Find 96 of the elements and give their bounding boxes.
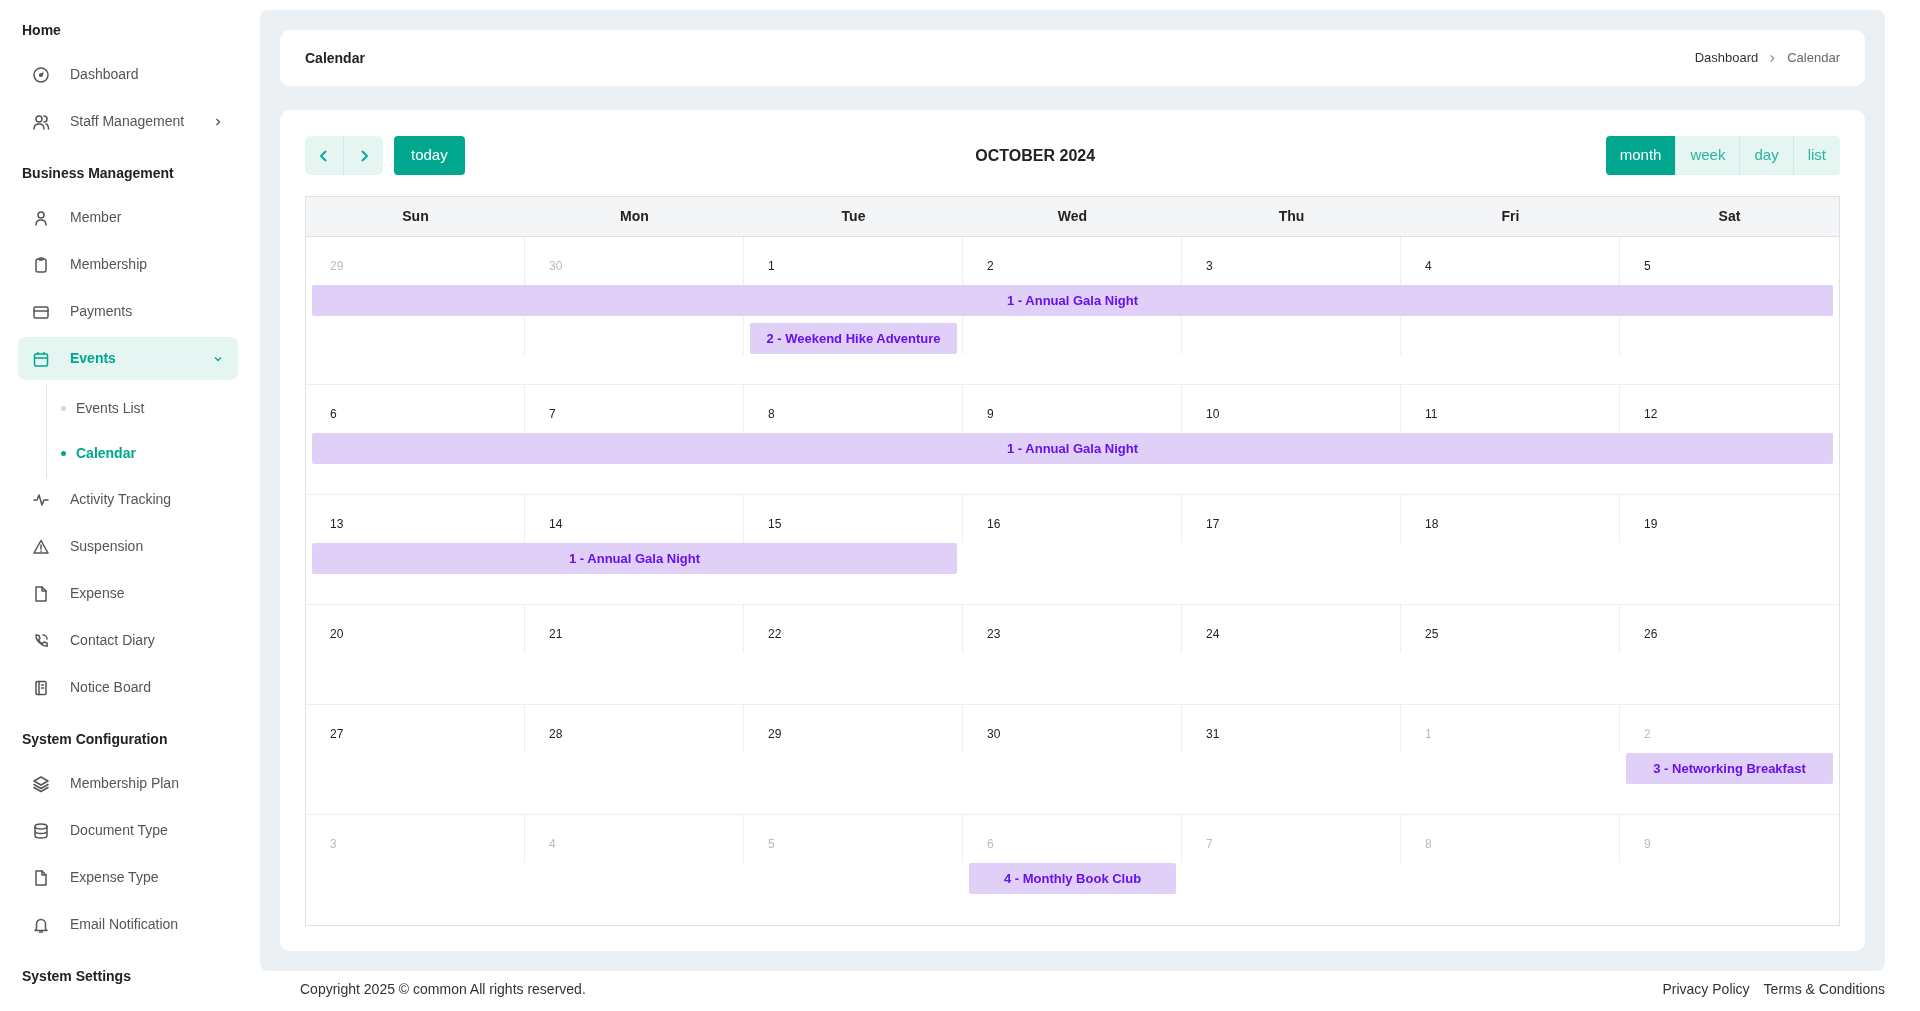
breadcrumb-link[interactable]: Dashboard — [1694, 48, 1759, 68]
day-number: 31 — [1205, 726, 1220, 743]
weekday-header: Fri — [1500, 207, 1521, 226]
section-heading: Business Management — [22, 164, 174, 183]
next-button[interactable] — [344, 136, 383, 175]
day-number: 8 — [767, 406, 775, 423]
sidebar-item[interactable]: Staff Management — [18, 100, 238, 143]
event-bar[interactable]: 2 - Weekend Hike Adventure — [750, 323, 957, 354]
day-number: 13 — [329, 516, 344, 533]
sidebar-item[interactable]: Suspension — [18, 525, 238, 568]
day-number: 18 — [1424, 516, 1439, 533]
day-number: 3 — [329, 836, 337, 853]
day-number: 22 — [767, 626, 782, 643]
event-bar[interactable]: 3 - Networking Breakfast — [1626, 753, 1833, 784]
day-number: 20 — [329, 626, 344, 643]
breadcrumb-current: Calendar — [1787, 49, 1840, 68]
chevron-right-icon — [1768, 53, 1778, 63]
day-number: 5 — [1643, 258, 1651, 275]
sidebar-subitem[interactable]: Events List — [47, 386, 238, 431]
event-bar[interactable]: 1 - Annual Gala Night — [312, 285, 1833, 316]
warning-icon — [32, 537, 50, 556]
day-number: 23 — [986, 626, 1001, 643]
file-icon — [32, 584, 50, 603]
day-number: 29 — [767, 726, 782, 743]
day-number: 6 — [329, 406, 337, 423]
day-number: 1 — [767, 258, 775, 275]
section-heading: System Settings — [22, 967, 131, 986]
sidebar-item[interactable]: Membership — [18, 243, 238, 286]
day-number: 24 — [1205, 626, 1220, 643]
phone-icon — [32, 631, 50, 650]
event-bar[interactable]: 4 - Monthly Book Club — [969, 863, 1176, 894]
day-number: 10 — [1205, 406, 1220, 423]
day-number: 2 — [1643, 726, 1651, 743]
previous-button[interactable] — [305, 136, 344, 175]
sidebar-item[interactable]: Dashboard — [18, 53, 238, 96]
notebook-icon — [32, 678, 50, 697]
weekday-header: Wed — [1056, 207, 1089, 226]
sidebar-item[interactable]: Member — [18, 196, 238, 239]
day-number: 11 — [1424, 406, 1438, 423]
day-number: 30 — [548, 258, 563, 275]
sidebar-item[interactable]: Document Type — [18, 809, 238, 852]
footer-link[interactable]: Terms & Conditions — [1763, 981, 1885, 997]
sidebar-item[interactable]: Membership Plan — [18, 762, 238, 805]
day-number: 9 — [1643, 836, 1651, 853]
sidebar-item[interactable]: Expense Type — [18, 856, 238, 899]
day-number: 12 — [1643, 406, 1658, 423]
section-heading: System Configuration — [22, 730, 168, 749]
day-number: 17 — [1205, 516, 1220, 533]
day-number: 2 — [986, 258, 994, 275]
day-number: 14 — [548, 516, 563, 533]
day-number: 8 — [1424, 836, 1432, 853]
day-number: 15 — [767, 516, 782, 533]
user-icon — [32, 208, 50, 227]
weekday-header: Sat — [1717, 207, 1742, 226]
page-title: Calendar — [305, 48, 365, 68]
day-number: 7 — [548, 406, 556, 423]
gauge-icon — [32, 65, 50, 84]
day-number: 19 — [1643, 516, 1658, 533]
day-number: 30 — [986, 726, 1001, 743]
day-number: 7 — [1205, 836, 1213, 853]
calendar-icon — [32, 349, 50, 368]
event-bar[interactable]: 1 - Annual Gala Night — [312, 433, 1833, 464]
day-number: 4 — [1424, 258, 1432, 275]
users-icon — [32, 112, 50, 131]
day-number: 1 — [1424, 726, 1432, 743]
sidebar-item[interactable]: Contact Diary — [18, 619, 238, 662]
weekday-header: Tue — [840, 207, 867, 226]
footer-link[interactable]: Privacy Policy — [1662, 981, 1750, 997]
sidebar-item[interactable]: Expense — [18, 572, 238, 615]
weekday-header: Thu — [1277, 207, 1306, 226]
day-number: 3 — [1205, 258, 1213, 275]
day-number: 4 — [548, 836, 556, 853]
database-icon — [32, 821, 50, 840]
day-number: 26 — [1643, 626, 1658, 643]
event-bar[interactable]: 1 - Annual Gala Night — [312, 543, 957, 574]
day-number: 5 — [767, 836, 775, 853]
weekday-header: Mon — [619, 207, 650, 226]
day-number: 25 — [1424, 626, 1439, 643]
sidebar-item[interactable]: Email Notification — [18, 903, 238, 946]
calendar-title: OCTOBER 2024 — [975, 145, 1096, 166]
copyright-text: Copyright 2025 © common All rights reserved. — [300, 980, 586, 999]
day-number: 9 — [986, 406, 994, 423]
day-number: 16 — [986, 516, 1001, 533]
sidebar-item[interactable]: Payments — [18, 290, 238, 333]
layers-icon — [32, 774, 50, 793]
day-number: 21 — [548, 626, 563, 643]
section-heading: Home — [22, 21, 61, 40]
weekday-header: Sun — [401, 207, 430, 226]
day-number: 29 — [329, 258, 344, 275]
sidebar-item[interactable]: Notice Board — [18, 666, 238, 709]
clipboard-icon — [32, 255, 50, 274]
day-number: 28 — [548, 726, 563, 743]
file-icon — [32, 868, 50, 887]
sidebar-item[interactable]: Activity Tracking — [18, 478, 238, 521]
day-number: 27 — [329, 726, 344, 743]
day-number: 6 — [986, 836, 994, 853]
